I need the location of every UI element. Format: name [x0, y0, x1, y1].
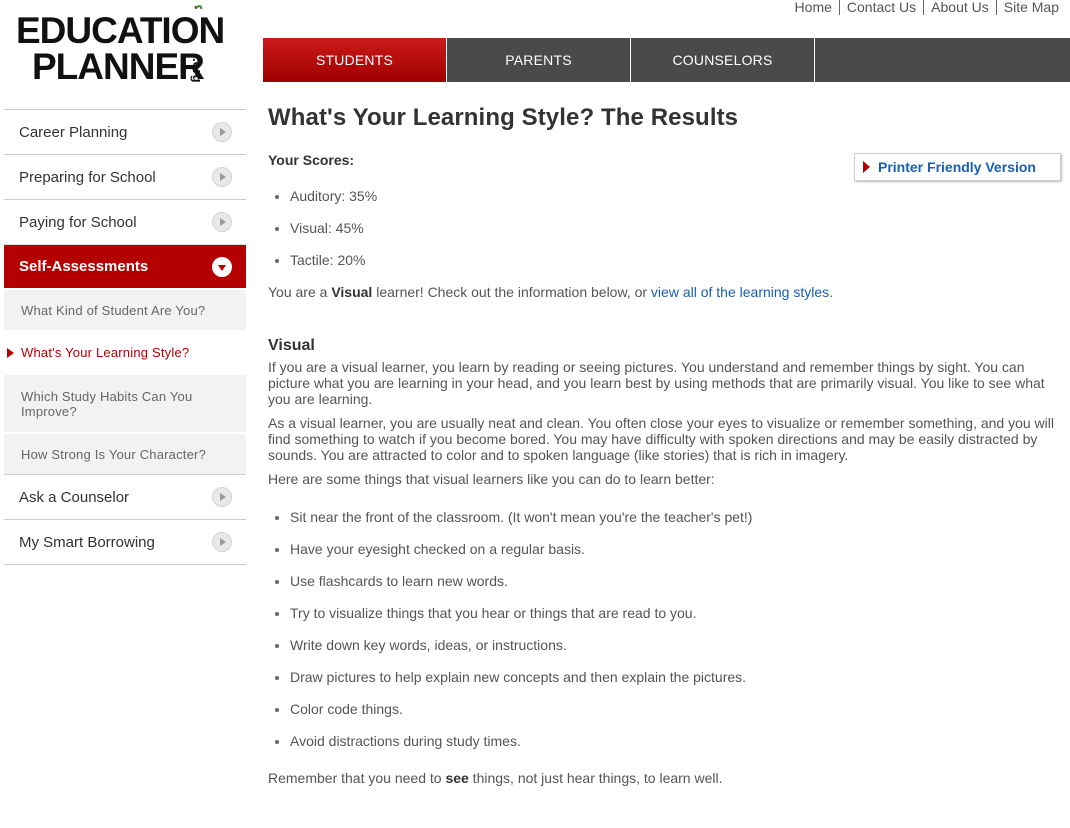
- sidebar-item-ask-a-counselor[interactable]: Ask a Counselor: [4, 474, 246, 519]
- tips-list: Sit near the front of the classroom. (It…: [268, 509, 1063, 750]
- play-arrow-icon: [212, 167, 232, 187]
- closing-prefix: Remember that you need to: [268, 770, 446, 786]
- site-logo[interactable]: EDUCATION PLANNER .org: [16, 5, 231, 87]
- chevron-down-icon: [212, 256, 232, 277]
- sidebar-subitem-character[interactable]: How Strong Is Your Character?: [4, 432, 246, 474]
- view-all-styles-link[interactable]: view all of the learning styles: [651, 284, 829, 300]
- sidebar-item-my-smart-borrowing[interactable]: My Smart Borrowing: [4, 519, 246, 564]
- printer-friendly-button[interactable]: Printer Friendly Version: [854, 153, 1061, 181]
- sidebar-item-label: Career Planning: [19, 123, 128, 141]
- tip-item: Sit near the front of the classroom. (It…: [275, 509, 1063, 526]
- play-arrow-icon: [212, 212, 232, 232]
- main-content: What's Your Learning Style? The Results …: [268, 104, 1063, 786]
- tab-counselors[interactable]: COUNSELORS: [631, 38, 815, 82]
- printer-friendly-label: Printer Friendly Version: [878, 159, 1036, 175]
- sidebar-item-preparing-for-school[interactable]: Preparing for School: [4, 154, 246, 199]
- sidebar-item-self-assessments[interactable]: Self-Assessments: [4, 244, 246, 288]
- sidebar-subitem-student-type[interactable]: What Kind of Student Are You?: [4, 288, 246, 330]
- sidebar-divider: [4, 564, 246, 565]
- util-link-contact[interactable]: Contact Us: [838, 0, 923, 15]
- play-arrow-icon: [212, 532, 232, 552]
- tab-parents[interactable]: PARENTS: [447, 38, 631, 82]
- tab-students[interactable]: STUDENTS: [263, 38, 447, 82]
- logo-line2: PLANNER: [32, 46, 205, 87]
- closing-emphasis: see: [445, 770, 469, 786]
- sidebar-item-label: Paying for School: [19, 213, 137, 231]
- play-arrow-icon: [212, 487, 232, 507]
- closing-note: Remember that you need to see things, no…: [268, 770, 1063, 786]
- visual-description-1: If you are a visual learner, you learn b…: [268, 359, 1045, 407]
- page-title: What's Your Learning Style? The Results: [268, 104, 739, 131]
- result-summary: You are a Visual learner! Check out the …: [268, 284, 1063, 300]
- tip-item: Write down key words, ideas, or instruct…: [275, 637, 1063, 654]
- scores-list: Auditory: 35% Visual: 45% Tactile: 20%: [268, 188, 1063, 269]
- util-link-sitemap[interactable]: Site Map: [995, 0, 1066, 15]
- sidebar-item-label: Self-Assessments: [19, 258, 149, 275]
- section-heading-visual: Visual: [268, 337, 315, 354]
- visual-description-2: As a visual learner, you are usually nea…: [268, 415, 1054, 463]
- top-nav: STUDENTS PARENTS COUNSELORS: [263, 38, 1070, 82]
- closing-suffix: things, not just hear things, to learn w…: [468, 770, 723, 786]
- sidebar-item-label: Ask a Counselor: [19, 488, 130, 506]
- tip-item: Draw pictures to help explain new concep…: [275, 669, 1063, 686]
- learning-style-result: Visual: [331, 284, 373, 300]
- score-item: Tactile: 20%: [275, 252, 1063, 269]
- sidebar-item-label: My Smart Borrowing: [19, 533, 155, 551]
- sidebar: Career Planning Preparing for School Pay…: [4, 109, 246, 565]
- logo-org: .org: [190, 58, 205, 83]
- play-arrow-icon: [212, 122, 232, 142]
- summary-prefix: You are a: [268, 284, 332, 300]
- util-link-about[interactable]: About Us: [923, 0, 996, 15]
- tip-item: Use flashcards to learn new words.: [275, 573, 1063, 590]
- tip-item: Color code things.: [275, 701, 1063, 718]
- score-item: Visual: 45%: [275, 220, 1063, 237]
- tip-item: Have your eyesight checked on a regular …: [275, 541, 1063, 558]
- sidebar-item-label: Preparing for School: [19, 168, 156, 186]
- sidebar-item-paying-for-school[interactable]: Paying for School: [4, 199, 246, 244]
- sidebar-subitem-learning-style[interactable]: What's Your Learning Style?: [4, 330, 246, 373]
- tips-intro: Here are some things that visual learner…: [268, 471, 715, 487]
- play-arrow-icon: [863, 161, 870, 173]
- utility-links: Home Contact Us About Us Site Map: [788, 0, 1066, 15]
- sidebar-subitem-study-habits[interactable]: Which Study Habits Can You Improve?: [4, 373, 246, 432]
- sidebar-item-career-planning[interactable]: Career Planning: [4, 109, 246, 154]
- tip-item: Avoid distractions during study times.: [275, 733, 1063, 750]
- summary-suffix: .: [829, 284, 834, 300]
- score-item: Auditory: 35%: [275, 188, 1063, 205]
- summary-middle: learner! Check out the information below…: [372, 284, 651, 300]
- apple-icon: [194, 5, 203, 10]
- tip-item: Try to visualize things that you hear or…: [275, 605, 1063, 622]
- util-link-home[interactable]: Home: [788, 0, 839, 15]
